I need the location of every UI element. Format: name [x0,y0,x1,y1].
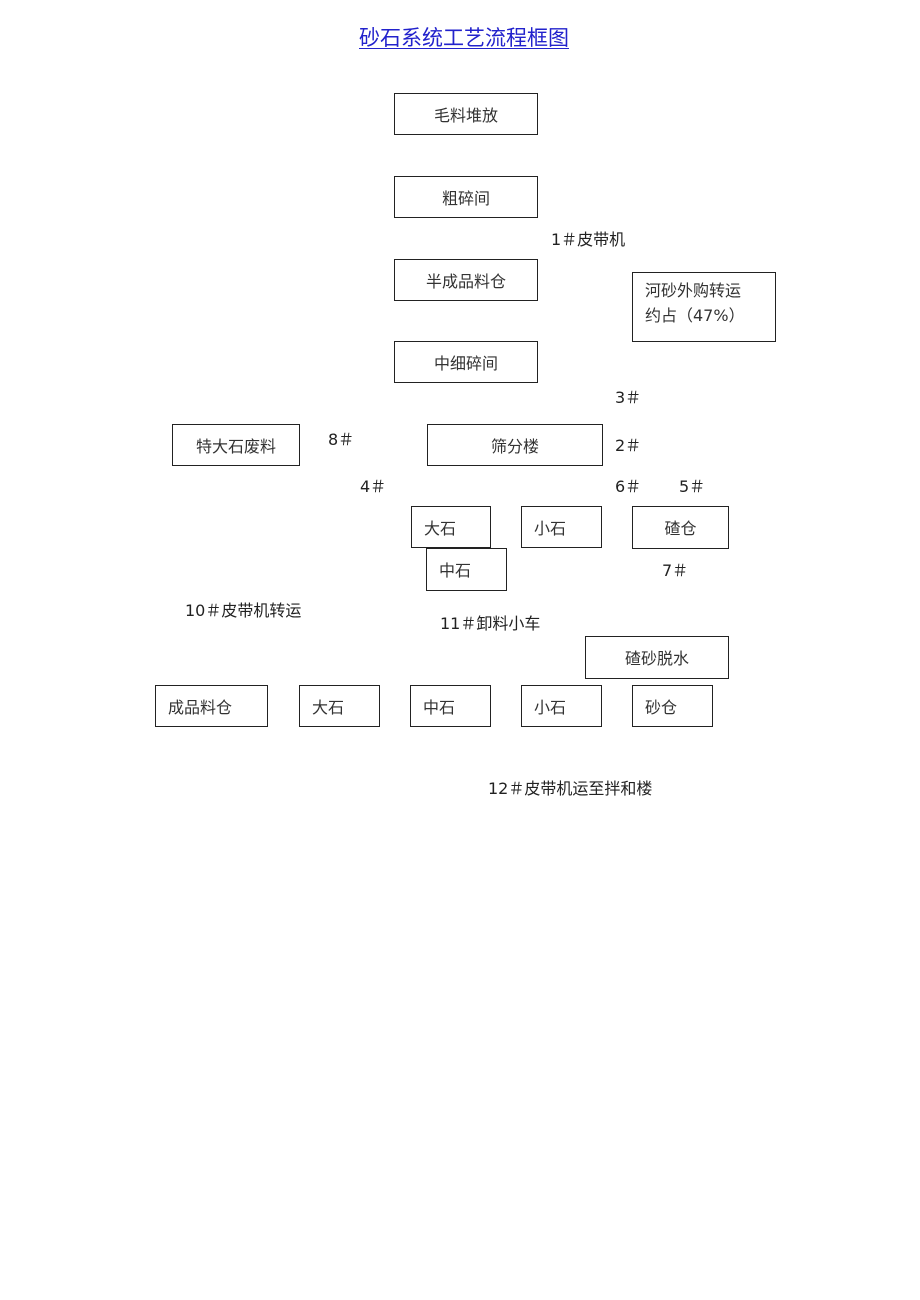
box-sand-bin-2: 砂仓 [632,685,713,727]
box-label: 毛料堆放 [433,106,498,125]
box-river-sand: 河砂外购转运 约占（47%） [632,272,776,342]
label-belt-11: 11＃卸料小车 [440,614,541,633]
label-belt-3: 3＃ [615,388,642,407]
label-belt-1: 1＃皮带机 [551,230,626,249]
diagram-title[interactable]: 砂石系统工艺流程框图 [0,22,920,52]
label-belt-4: 4＃ [360,477,387,496]
box-sand-bin-1: 碴仓 [632,506,729,549]
box-label: 中细碎间 [433,354,498,373]
box-label: 大石 [424,519,457,538]
box-raw-stockpile: 毛料堆放 [394,93,538,135]
box-large-stone-1: 大石 [411,506,491,548]
box-finished-bin: 成品料仓 [155,685,268,727]
box-medium-fine-crushing: 中细碎间 [394,341,538,383]
box-medium-stone-1: 中石 [426,548,507,591]
label-belt-2: 2＃ [615,436,642,455]
box-label: 大石 [312,698,345,717]
label-belt-8: 8＃ [328,430,355,449]
box-oversize-waste: 特大石废料 [172,424,300,466]
label-belt-5: 5＃ [679,477,706,496]
box-label: 小石 [534,519,567,538]
box-label: 中石 [423,698,456,717]
label-belt-12: 12＃皮带机运至拌和楼 [488,779,653,798]
box-label: 河砂外购转运 约占（47%） [645,281,745,325]
box-sand-dewatering: 碴砂脱水 [585,636,729,679]
box-label: 中石 [439,561,472,580]
box-label: 砂仓 [645,698,678,717]
box-label: 特大石废料 [195,437,276,456]
box-semi-product-bin: 半成品料仓 [394,259,538,301]
label-belt-6: 6＃ [615,477,642,496]
box-medium-stone-2: 中石 [410,685,491,727]
box-label: 筛分楼 [490,437,539,456]
box-label: 粗碎间 [441,189,490,208]
label-belt-10: 10＃皮带机转运 [185,601,302,620]
box-screening-building: 筛分楼 [427,424,603,466]
box-label: 小石 [534,698,567,717]
box-large-stone-2: 大石 [299,685,380,727]
box-small-stone-2: 小石 [521,685,602,727]
box-label: 半成品料仓 [425,272,506,291]
box-small-stone-1: 小石 [521,506,602,548]
box-label: 成品料仓 [168,698,233,717]
box-label: 碴砂脱水 [624,649,689,668]
label-belt-7: 7＃ [662,561,689,580]
box-coarse-crushing: 粗碎间 [394,176,538,218]
box-label: 碴仓 [664,519,697,538]
